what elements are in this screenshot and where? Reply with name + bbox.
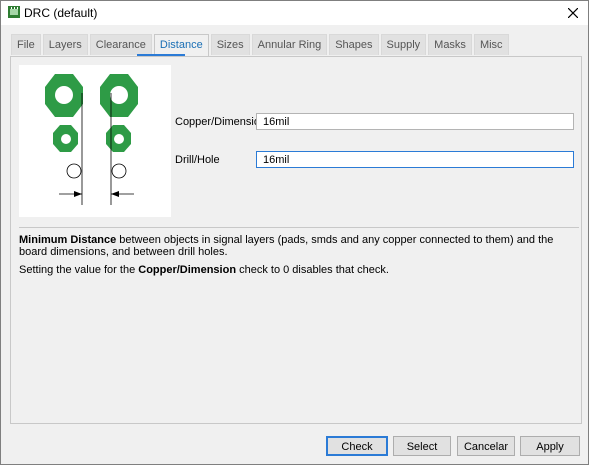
tab-clearance[interactable]: Clearance: [89, 34, 152, 55]
tab-misc[interactable]: Misc: [473, 34, 509, 55]
distance-illustration: [19, 65, 171, 217]
tab-file[interactable]: File: [11, 34, 41, 55]
note-prefix: Setting the value for the: [19, 264, 139, 276]
cancel-button[interactable]: Cancelar: [457, 436, 515, 456]
app-icon: [8, 6, 20, 18]
tab-annular-ring[interactable]: Annular Ring: [251, 34, 328, 55]
tab-layers[interactable]: Layers: [42, 34, 88, 55]
title-bar: DRC (default): [1, 1, 588, 25]
description-note: Setting the value for the Copper/Dimensi…: [19, 264, 574, 276]
separator: [19, 227, 579, 228]
drc-dialog: DRC (default) File Layers Clearance Dist…: [0, 0, 589, 465]
drill-hole-large-left: [55, 86, 73, 104]
drill-hole-left: [66, 163, 82, 179]
distance-pane: Copper/Dimension 16mil Drill/Hole 16mil …: [10, 56, 582, 424]
drill-hole-large-right: [110, 86, 128, 104]
copper-dimension-label: Copper/Dimension: [175, 116, 267, 128]
description-heading: Minimum Distance: [19, 234, 117, 246]
close-icon: [568, 8, 578, 18]
tab-supply[interactable]: Supply: [380, 34, 427, 55]
tab-distance[interactable]: Distance: [153, 34, 209, 56]
drill-hole-small-left: [61, 134, 71, 144]
select-button[interactable]: Select: [393, 436, 451, 456]
arrow-right-head: [111, 191, 119, 197]
arrow-left-head: [74, 191, 82, 197]
close-button[interactable]: [558, 1, 588, 25]
tab-sizes[interactable]: Sizes: [210, 34, 250, 55]
window-title: DRC (default): [24, 6, 98, 20]
check-button[interactable]: Check: [326, 436, 388, 456]
drill-hole-small-right: [114, 134, 124, 144]
note-bold: Copper/Dimension: [138, 264, 237, 276]
tab-shapes[interactable]: Shapes: [329, 34, 379, 55]
drill-hole-right: [111, 163, 127, 179]
drill-hole-label: Drill/Hole: [175, 154, 220, 166]
note-suffix: check to 0 disables that check.: [236, 264, 389, 276]
tab-masks[interactable]: Masks: [428, 34, 472, 55]
apply-button[interactable]: Apply: [520, 436, 580, 456]
drill-hole-field[interactable]: 16mil: [256, 151, 574, 168]
description-text: Minimum Distance between objects in sign…: [19, 234, 574, 258]
copper-dimension-field[interactable]: 16mil: [256, 113, 574, 130]
tab-bar: File Layers Clearance Distance Sizes Ann…: [11, 34, 511, 56]
